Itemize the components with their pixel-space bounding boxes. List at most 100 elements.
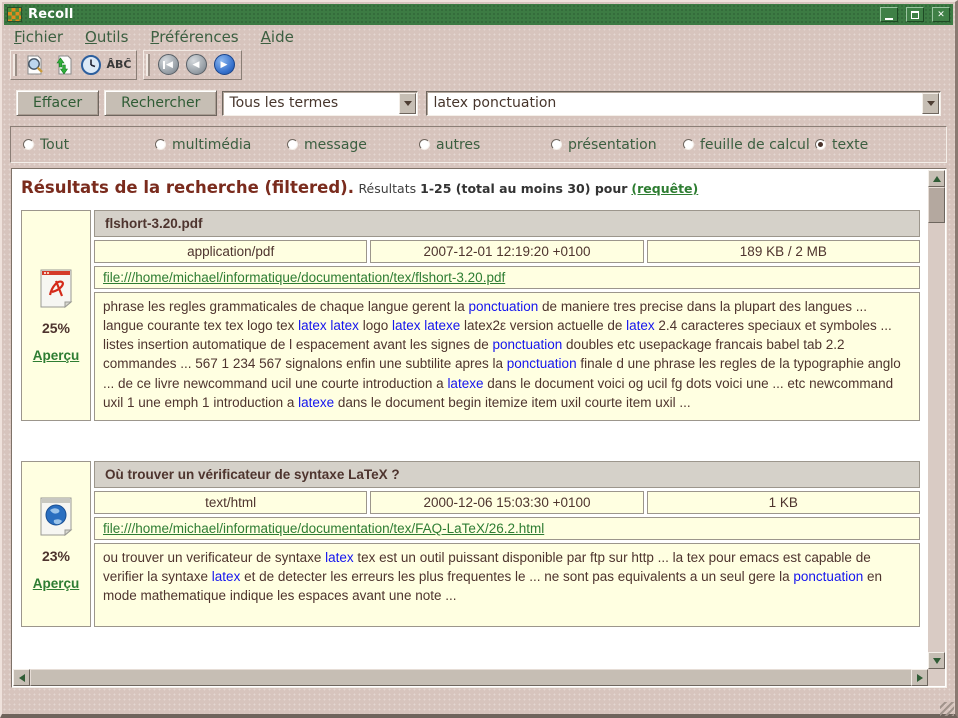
search-row: Effacer Rechercher Tous les termes latex… (16, 89, 941, 117)
clock-icon (80, 54, 102, 76)
menu-outils[interactable]: Outils (85, 28, 128, 46)
result-2-meta: text/html 2000-12-06 15:03:30 +0100 1 KB (94, 491, 920, 514)
result-1-title[interactable]: flshort-3.20.pdf (94, 210, 920, 237)
pdf-file-icon (38, 268, 74, 308)
document-magnifier-icon (24, 54, 46, 76)
radio-icon (815, 139, 826, 150)
preview-link[interactable]: Aperçu (33, 348, 80, 363)
result-2-title[interactable]: Où trouver un vérificateur de syntaxe La… (94, 461, 920, 488)
history-button[interactable] (78, 52, 104, 78)
maximize-icon (911, 11, 919, 19)
menu-fichier[interactable]: Fichier (14, 28, 63, 46)
relevance-percent: 25% (42, 320, 70, 336)
previous-page-button[interactable]: ◀ (183, 52, 209, 78)
maximize-button[interactable] (906, 7, 924, 22)
relevance-percent: 23% (42, 548, 70, 564)
menu-aide[interactable]: Aide (261, 28, 294, 46)
search-query-value: latex ponctuation (427, 95, 922, 111)
scroll-right-button[interactable] (911, 669, 928, 686)
html-file-icon (38, 496, 74, 536)
scroll-up-button[interactable] (928, 170, 945, 187)
radio-icon (419, 139, 430, 150)
results-label: Résultats (358, 181, 416, 196)
arrow-up-icon (933, 172, 941, 182)
results-title: Résultats de la recherche (filtered). (21, 178, 354, 197)
preview-link[interactable]: Aperçu (33, 576, 80, 591)
result-1-side: 25% Aperçu (21, 210, 91, 421)
update-index-button[interactable] (50, 52, 76, 78)
window-title: Recoll (28, 7, 74, 22)
chevron-down-icon[interactable] (399, 93, 416, 114)
radio-icon (155, 139, 166, 150)
result-2-side: 23% Aperçu (21, 461, 91, 627)
radio-icon (23, 139, 34, 150)
search-input[interactable]: latex ponctuation (426, 91, 941, 116)
toolbar-handle[interactable] (13, 54, 17, 76)
horizontal-scroll-thumb[interactable] (30, 669, 912, 686)
toolbar-handle[interactable] (146, 54, 150, 76)
resize-grip-icon[interactable] (940, 702, 954, 716)
radio-message[interactable]: message (287, 137, 419, 153)
new-search-button[interactable] (22, 52, 48, 78)
close-button[interactable]: ✕ (932, 7, 950, 22)
menu-bar: Fichier Outils Préférences Aide (2, 25, 955, 48)
result-mime: text/html (94, 491, 367, 514)
scroll-down-button[interactable] (928, 652, 945, 669)
search-mode-select[interactable]: Tous les termes (222, 91, 418, 116)
toolbar: ÂBĈ ◀ ◀ ▶ (2, 48, 955, 81)
result-date: 2007-12-01 12:19:20 +0100 (370, 240, 643, 263)
result-date: 2000-12-06 15:03:30 +0100 (370, 491, 643, 514)
abc-icon: ÂBĈ (107, 58, 132, 71)
horizontal-scrollbar[interactable] (13, 669, 928, 686)
arrow-left-icon: ◀ (186, 54, 207, 75)
chevron-down-icon[interactable] (922, 93, 939, 114)
recoll-window: Recoll ✕ Fichier Outils Préférences Aide (0, 0, 958, 718)
radio-feuille-de-calcul[interactable]: feuille de calcul (683, 137, 815, 153)
radio-autres[interactable]: autres (419, 137, 551, 153)
result-size: 1 KB (647, 491, 920, 514)
document-refresh-icon (52, 54, 74, 76)
recoll-app-icon (7, 7, 22, 22)
category-filter-frame: Tout multimédia message autres présentat… (10, 126, 947, 163)
result-url-link[interactable]: file:///home/michael/informatique/docume… (103, 270, 505, 285)
clear-button[interactable]: Effacer (16, 90, 99, 116)
search-button[interactable]: Rechercher (104, 90, 217, 116)
next-page-button[interactable]: ▶ (211, 52, 237, 78)
radio-icon (287, 139, 298, 150)
result-1-snippet: phrase les regles grammaticales de chaqu… (94, 292, 920, 421)
toolbar-group-navigation: ◀ ◀ ▶ (143, 50, 242, 80)
radio-presentation[interactable]: présentation (551, 137, 683, 153)
arrow-right-icon: ▶ (214, 54, 235, 75)
result-row-1: 25% Aperçu flshort-3.20.pdf application/… (21, 210, 920, 421)
radio-tout[interactable]: Tout (23, 137, 155, 153)
vertical-scrollbar[interactable] (928, 170, 945, 669)
search-mode-value: Tous les termes (223, 95, 399, 111)
title-bar[interactable]: Recoll ✕ (4, 4, 953, 25)
close-icon: ✕ (937, 10, 945, 20)
result-1-meta: application/pdf 2007-12-01 12:19:20 +010… (94, 240, 920, 263)
result-2-snippet: ou trouver un verificateur de syntaxe la… (94, 543, 920, 627)
results-range: 1-25 (total au moins 30) pour (420, 181, 627, 196)
result-1-url-row: file:///home/michael/informatique/docume… (94, 266, 920, 289)
menu-preferences[interactable]: Préférences (150, 28, 238, 46)
radio-texte[interactable]: texte (815, 137, 868, 153)
query-link[interactable]: (requête) (631, 181, 698, 196)
arrow-left-icon (15, 674, 25, 682)
result-2-url-row: file:///home/michael/informatique/docume… (94, 517, 920, 540)
term-explorer-button[interactable]: ÂBĈ (106, 52, 132, 78)
results-panel: Résultats de la recherche (filtered). Ré… (11, 168, 947, 688)
result-mime: application/pdf (94, 240, 367, 263)
arrow-right-icon (917, 674, 927, 682)
minimize-icon (885, 18, 893, 20)
minimize-button[interactable] (880, 7, 898, 22)
results-header: Résultats de la recherche (filtered). Ré… (21, 178, 922, 198)
scroll-left-button[interactable] (13, 669, 30, 686)
radio-multimedia[interactable]: multimédia (155, 137, 287, 153)
result-size: 189 KB / 2 MB (647, 240, 920, 263)
scrollbar-corner (928, 669, 945, 686)
arrow-down-icon (933, 658, 941, 668)
vertical-scroll-thumb[interactable] (928, 187, 945, 223)
first-page-button[interactable]: ◀ (155, 52, 181, 78)
result-url-link[interactable]: file:///home/michael/informatique/docume… (103, 521, 544, 536)
radio-icon (683, 139, 694, 150)
